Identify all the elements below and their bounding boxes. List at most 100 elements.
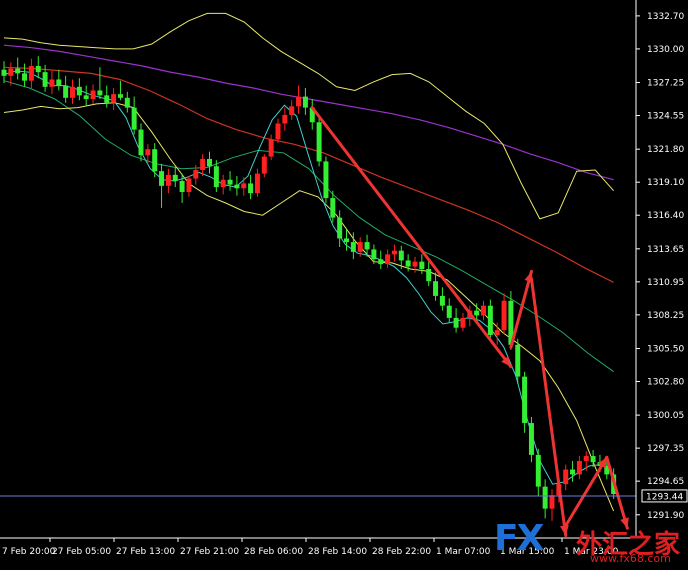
candle-body (487, 305, 493, 336)
candle (289, 100, 295, 120)
candle-body (323, 161, 329, 199)
x-tick-label: 28 Feb 22:00 (372, 547, 431, 557)
candle (385, 249, 391, 268)
candle (28, 58, 34, 89)
ma-green-line (3, 80, 614, 373)
candle-body (330, 198, 336, 218)
candle-body (234, 184, 240, 189)
candle-body (364, 242, 370, 250)
candle-body (227, 179, 233, 185)
candle (590, 449, 596, 468)
candle-body (563, 469, 569, 485)
candle (220, 174, 226, 195)
y-tick-label: 1330.00 (647, 45, 684, 55)
x-tick-label: 7 Feb 20:00 (2, 547, 56, 557)
y-tick-label: 1297.35 (647, 444, 684, 454)
logo-fx-text: FX (494, 518, 544, 559)
candle (302, 88, 308, 115)
candle-body (241, 183, 247, 189)
candle-body (172, 174, 178, 181)
candle-body (22, 73, 28, 81)
candle-body (391, 250, 397, 255)
candle-body (97, 90, 103, 96)
y-tick-label: 1319.10 (647, 178, 684, 188)
candle (296, 85, 302, 114)
x-tick-label: 28 Feb 14:00 (308, 547, 367, 557)
bollinger-upper-line (3, 12, 614, 220)
candle-body (131, 107, 137, 130)
candle (309, 99, 315, 130)
candle (371, 244, 377, 265)
candle (528, 416, 534, 463)
candle-body (371, 249, 377, 260)
candle-body (275, 123, 281, 140)
trend-arrow (509, 269, 534, 349)
candle (316, 114, 322, 167)
candle (570, 460, 576, 482)
candle (165, 168, 171, 194)
candle (433, 272, 439, 301)
candle-body (28, 66, 34, 81)
y-tick-label: 1310.95 (647, 278, 684, 288)
candle-body (124, 97, 130, 108)
candle-body (200, 158, 206, 170)
candle-body (583, 456, 589, 461)
x-tick-label: 27 Feb 05:00 (52, 547, 111, 557)
candle (76, 78, 82, 101)
candle-body (261, 156, 267, 174)
candle (378, 250, 384, 269)
candle (35, 56, 41, 79)
candle-body (378, 259, 384, 265)
candle (563, 464, 569, 491)
candle (1, 61, 7, 84)
candle (131, 96, 137, 135)
candle (282, 107, 288, 131)
candle-body (350, 242, 356, 252)
candle (56, 69, 62, 91)
x-tick-label: 28 Feb 06:00 (244, 547, 303, 557)
candle-body (570, 469, 576, 475)
candle (494, 322, 500, 345)
candle-body (296, 96, 302, 107)
y-tick-label: 1327.25 (647, 79, 684, 89)
candle-body (542, 486, 548, 509)
candle-body (576, 460, 582, 475)
y-tick-label: 1332.70 (647, 12, 684, 22)
candle (152, 143, 158, 178)
price-chart: 1332.70 1330.00 1327.25 1324.55 1321.80 1319.… (0, 0, 688, 566)
candle (159, 163, 165, 208)
candle (535, 448, 541, 497)
x-tick-label: 27 Feb 21:00 (180, 547, 239, 557)
candle (227, 171, 233, 191)
candle-body (70, 86, 75, 98)
y-tick-label: 1308.25 (647, 311, 684, 321)
trend-arrow-shaft (529, 277, 568, 538)
candle-body (515, 344, 521, 377)
candle-body (179, 180, 185, 192)
candle-body (385, 254, 391, 265)
fx68-logo: FX 外汇之家 www.fx68.com (494, 518, 684, 565)
candle (542, 479, 548, 519)
candle-body (49, 79, 55, 87)
candle-body (104, 95, 110, 103)
candle-body (302, 96, 308, 108)
candle-body (248, 183, 254, 194)
candle-body (535, 454, 541, 487)
current-price-label: 1293.44 (646, 492, 683, 502)
candle-body (220, 179, 226, 188)
logo-url-text: www.fx68.com (590, 552, 671, 565)
candle (104, 85, 110, 108)
candle (446, 298, 452, 323)
candle-body (405, 260, 411, 267)
candle-body (35, 66, 41, 73)
candle (15, 57, 21, 80)
y-tick-label: 1313.65 (647, 245, 684, 255)
candle-body (117, 94, 123, 98)
x-tick-label: 1 Mar 07:00 (436, 547, 491, 557)
candle (522, 371, 528, 433)
candle-body (111, 94, 117, 103)
candle (111, 88, 117, 111)
y-tick-label: 1321.80 (647, 145, 684, 155)
candle (172, 166, 178, 188)
candle (364, 234, 370, 257)
